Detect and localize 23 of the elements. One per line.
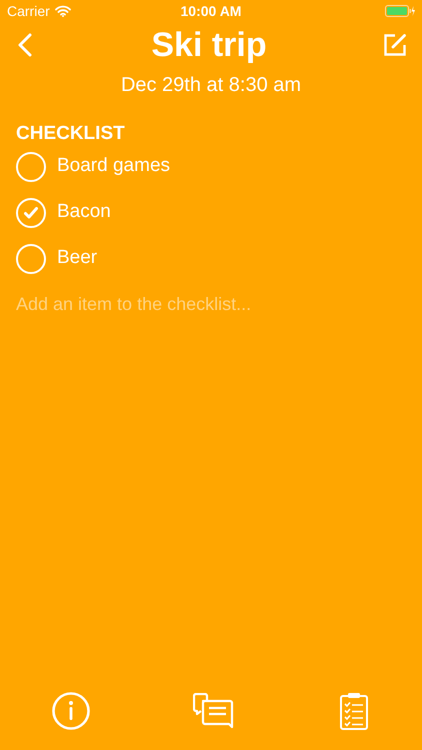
edit-icon (383, 33, 407, 57)
carrier-label: Carrier (7, 2, 50, 20)
back-icon (18, 33, 32, 57)
date-subtitle: Dec 29th at 8:30 am (120, 73, 302, 98)
checkbox[interactable] (16, 198, 46, 228)
checkbox[interactable] (16, 152, 46, 182)
checkbox[interactable] (16, 244, 46, 274)
page-title: Ski trip (151, 24, 267, 66)
item-label: Board games (57, 154, 170, 178)
item-label: Bacon (57, 200, 111, 224)
item-label: Beer (57, 246, 98, 270)
messages-tab-button[interactable] (192, 691, 236, 731)
info-tab-button[interactable] (51, 691, 91, 731)
clock-time: 10:00 AM (180, 2, 242, 20)
chat-bubbles-icon (193, 693, 235, 729)
info-icon (52, 692, 90, 730)
wifi-icon (54, 5, 71, 17)
battery-icon (384, 5, 415, 17)
add-item-field[interactable]: Add an item to the checklist... (16, 292, 406, 318)
section-heading: CHECKLIST (16, 122, 126, 146)
clipboard-icon (340, 692, 368, 730)
checklist-tab-button[interactable] (337, 691, 371, 731)
checkmark-icon (24, 206, 38, 218)
